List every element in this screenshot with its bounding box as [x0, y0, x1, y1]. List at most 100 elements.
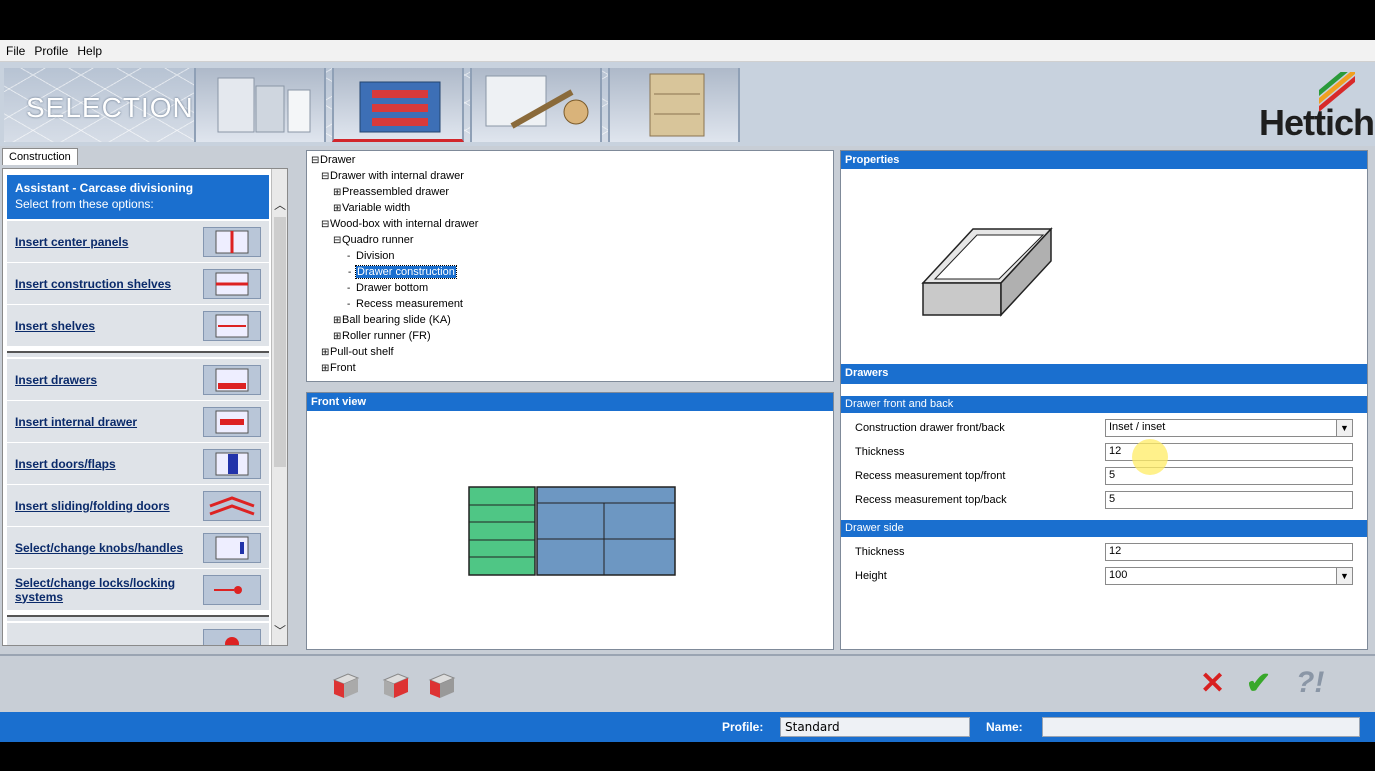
- view-front-icon[interactable]: [330, 670, 360, 700]
- view-3d-icon[interactable]: [426, 670, 456, 700]
- logo-text: Hettich: [1259, 102, 1375, 143]
- side-thickness-input[interactable]: 12: [1105, 543, 1353, 561]
- sliding-door-icon: [203, 490, 261, 521]
- option-label[interactable]: Insert center panels: [15, 235, 128, 249]
- recess-top-front-input[interactable]: 5: [1105, 467, 1353, 485]
- row-label: Construction drawer front/back: [855, 422, 1005, 434]
- assistant-title: Assistant - Carcase divisioning: [15, 181, 194, 195]
- cancel-icon[interactable]: ✕: [1200, 666, 1225, 701]
- menu-help[interactable]: Help: [77, 44, 102, 58]
- door-icon: [203, 448, 261, 479]
- name-label: Name:: [986, 720, 1023, 734]
- help-icon[interactable]: ?!: [1296, 666, 1324, 700]
- option-label[interactable]: Insert construction shelves: [15, 277, 171, 291]
- ok-check-icon[interactable]: ✔: [1246, 666, 1271, 701]
- construction-shelf-icon: [203, 268, 261, 299]
- scroll-thumb[interactable]: [274, 217, 286, 467]
- front-view-canvas[interactable]: [307, 411, 833, 649]
- scroll-down-icon[interactable]: ﹀: [272, 621, 287, 639]
- shelf-icon: [203, 310, 261, 341]
- drawer-icon: [203, 364, 261, 395]
- scroll-up-icon[interactable]: ︿: [272, 195, 287, 213]
- front-thickness-input[interactable]: 12: [1105, 443, 1353, 461]
- tree-item-drawer[interactable]: ⊟Drawer: [311, 153, 355, 168]
- front-view-panel: Front view: [306, 392, 834, 650]
- row-label: Recess measurement top/front: [855, 470, 1006, 482]
- row-label: Recess measurement top/back: [855, 494, 1007, 506]
- tree-item-wood-box[interactable]: ⊟Wood-box with internal drawer: [321, 217, 478, 232]
- option-shelves[interactable]: Insert shelves: [7, 305, 269, 347]
- construction-front-back-select[interactable]: Inset / inset ▼: [1105, 419, 1353, 437]
- center-panel-icon: [203, 226, 261, 257]
- option-internal-drawer[interactable]: Insert internal drawer: [7, 401, 269, 443]
- option-drawers[interactable]: Insert drawers: [7, 359, 269, 401]
- menu-file[interactable]: File: [6, 44, 25, 58]
- assistant-subtitle: Select from these options:: [15, 197, 154, 211]
- tree-item-drawer-with-internal[interactable]: ⊟Drawer with internal drawer: [321, 169, 464, 184]
- tab-construction[interactable]: Construction: [2, 148, 78, 165]
- drawer-tile-icon[interactable]: [332, 68, 464, 142]
- option-label[interactable]: Insert drawers: [15, 373, 97, 387]
- profile-field[interactable]: Standard: [780, 717, 970, 737]
- option-doors-flaps[interactable]: Insert doors/flaps: [7, 443, 269, 485]
- option-label[interactable]: Insert doors/flaps: [15, 457, 116, 471]
- option-center-panels[interactable]: Insert center panels: [7, 221, 269, 263]
- option-label[interactable]: Insert internal drawer: [15, 415, 137, 429]
- option-knobs-handles[interactable]: Select/change knobs/handles: [7, 527, 269, 569]
- row-label: Height: [855, 570, 887, 582]
- option-label[interactable]: Insert shelves: [15, 319, 95, 333]
- name-field[interactable]: [1042, 717, 1360, 737]
- main-area: Construction Assistant - Carcase divisio…: [0, 146, 1375, 654]
- menu-profile[interactable]: Profile: [34, 44, 68, 58]
- tree-item-division[interactable]: - Division: [347, 249, 395, 264]
- assistant-header: Assistant - Carcase divisioning Select f…: [7, 175, 269, 219]
- divider: [7, 613, 269, 621]
- hettich-logo: Hettich: [1253, 72, 1375, 144]
- tree-item-roller-runner[interactable]: ⊞Roller runner (FR): [333, 329, 431, 344]
- drawer-side-section: Drawer side: [841, 520, 1367, 537]
- view-side-icon[interactable]: [380, 670, 410, 700]
- status-bar: Profile: Standard Name:: [0, 712, 1375, 742]
- construction-tree: ⊟Drawer ⊟Drawer with internal drawer ⊞Pr…: [306, 150, 834, 382]
- bottom-toolbar: ✕ ✔ ?!: [0, 654, 1375, 712]
- lock-icon: [203, 574, 261, 605]
- assistant-panel: Construction Assistant - Carcase divisio…: [0, 146, 290, 646]
- tree-item-quadro[interactable]: ⊟Quadro runner: [333, 233, 414, 248]
- tree-item-pullout[interactable]: ⊞Pull-out shelf: [321, 345, 394, 360]
- tree-item-recess[interactable]: - Recess measurement: [347, 297, 463, 312]
- drawers-title: Drawers: [841, 364, 1367, 384]
- option-label[interactable]: Insert sliding/folding doors: [15, 499, 170, 513]
- banner-strip: SELECTION: [4, 68, 740, 142]
- fittings-tile-icon[interactable]: [470, 68, 602, 142]
- app-window: File Profile Help SELECTION Hettich Cons…: [0, 0, 1375, 771]
- profile-label: Profile:: [722, 720, 764, 734]
- recess-top-back-input[interactable]: 5: [1105, 491, 1353, 509]
- option-sliding-doors[interactable]: Insert sliding/folding doors: [7, 485, 269, 527]
- chevron-down-icon[interactable]: ▼: [1336, 420, 1352, 436]
- cabinet-tile-icon[interactable]: [194, 68, 326, 142]
- option-label[interactable]: Select/change knobs/handles: [15, 541, 183, 555]
- option-more[interactable]: [7, 623, 269, 645]
- tree-item-front[interactable]: ⊞Front: [321, 361, 356, 376]
- row-label: Thickness: [855, 546, 905, 558]
- selection-title: SELECTION: [26, 92, 194, 123]
- wardrobe-tile-icon[interactable]: [608, 68, 740, 142]
- tree-item-drawer-construction[interactable]: - Drawer construction: [347, 265, 457, 280]
- warning-icon: [203, 628, 261, 645]
- tree-item-ball-bearing[interactable]: ⊞Ball bearing slide (KA): [333, 313, 451, 328]
- side-height-select[interactable]: 100 ▼: [1105, 567, 1353, 585]
- internal-drawer-icon: [203, 406, 261, 437]
- option-label[interactable]: Select/change locks/locking systems: [15, 576, 203, 604]
- tree-item-variable-width[interactable]: ⊞Variable width: [333, 201, 410, 216]
- tree-item-drawer-bottom[interactable]: - Drawer bottom: [347, 281, 428, 296]
- option-construction-shelves[interactable]: Insert construction shelves: [7, 263, 269, 305]
- row-label: Thickness: [855, 446, 905, 458]
- properties-panel: Properties Drawers Drawer front and back…: [840, 150, 1368, 650]
- option-locks[interactable]: Select/change locks/locking systems: [7, 569, 269, 611]
- front-view-title: Front view: [307, 393, 833, 411]
- drawer-box-preview: [921, 227, 1053, 317]
- divider: [7, 349, 269, 357]
- chevron-down-icon[interactable]: ▼: [1336, 568, 1352, 584]
- tree-item-preassembled[interactable]: ⊞Preassembled drawer: [333, 185, 449, 200]
- assistant-scrollbar[interactable]: ︿ ﹀: [271, 169, 287, 645]
